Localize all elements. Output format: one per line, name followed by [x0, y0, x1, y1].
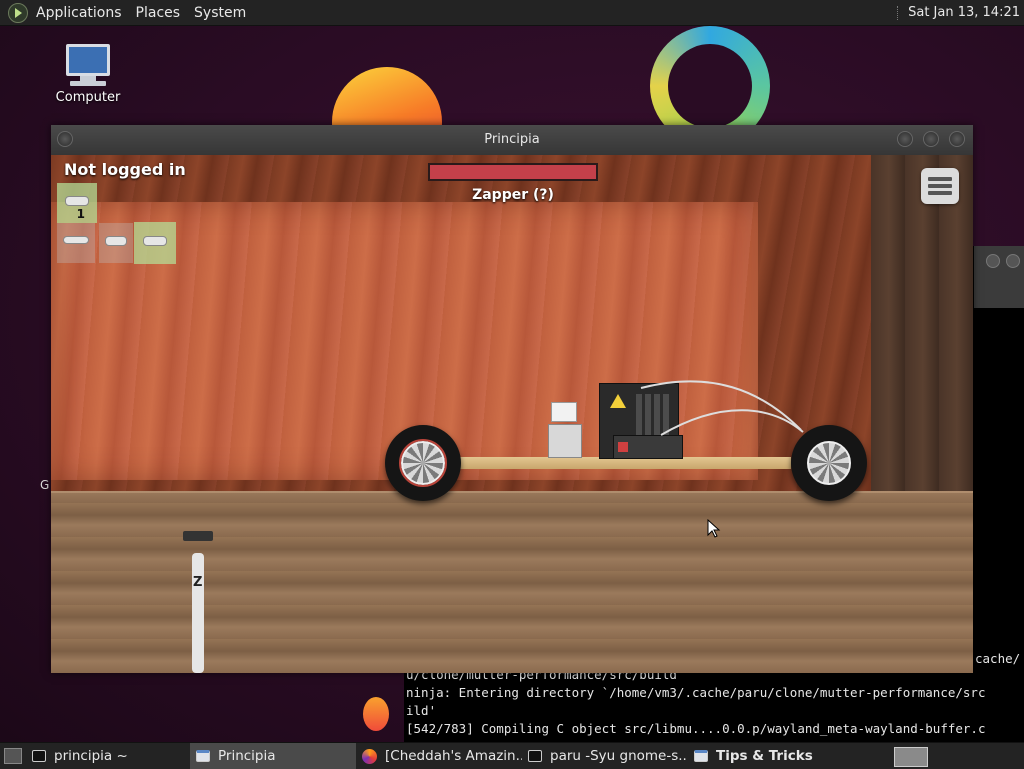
taskbar-item-label: paru -Syu gnome-s... — [550, 748, 688, 764]
taskbar-item-label: principia ~ — [54, 748, 128, 764]
zoom-slider[interactable] — [192, 553, 204, 673]
window-icon — [196, 750, 210, 762]
vehicle-wheel-left[interactable] — [385, 425, 461, 501]
tool-slot-grabber[interactable] — [134, 222, 176, 264]
taskbar: principia ~ Principia [Cheddah's Amazin.… — [0, 742, 1024, 769]
terminal-maximize-button[interactable] — [1006, 254, 1020, 268]
selected-tool-name[interactable]: Zapper (?) — [428, 187, 598, 203]
zoom-slider-handle[interactable] — [183, 531, 213, 541]
menu-places[interactable]: Places — [136, 5, 181, 21]
taskbar-item-principia[interactable]: Principia — [190, 743, 356, 769]
grabber-icon — [143, 236, 167, 246]
taskbar-item-terminal-paru[interactable]: paru -Syu gnome-s... — [522, 743, 688, 769]
login-status[interactable]: Not logged in — [64, 160, 186, 179]
clock[interactable]: Sat Jan 13, 14:21 — [908, 5, 1020, 20]
wallpaper-drop-shape — [363, 697, 389, 731]
desktop-icon-computer[interactable]: Computer — [52, 44, 124, 105]
taskbar-item-terminal-principia[interactable]: principia ~ — [26, 743, 190, 769]
scene-floor — [51, 493, 973, 673]
taskbar-item-label: Principia — [218, 748, 276, 764]
menu-applications[interactable]: Applications — [36, 5, 122, 21]
tool-slot-zapper[interactable]: 1 — [57, 183, 97, 223]
scene-side-wall — [871, 155, 973, 515]
taskbar-item-firefox[interactable]: [Cheddah's Amazin... — [356, 743, 522, 769]
tool-count: 1 — [76, 207, 85, 221]
menu-icon-line — [928, 184, 952, 188]
terminal-icon — [528, 750, 542, 762]
terminal-minimize-button[interactable] — [986, 254, 1000, 268]
taskbar-item-tips[interactable]: Tips & Tricks — [688, 743, 854, 769]
close-button[interactable] — [949, 131, 965, 147]
computer-icon — [66, 44, 110, 76]
panel-separator — [897, 5, 900, 20]
menu-icon-line — [928, 177, 952, 181]
tool-slot-wrench[interactable] — [57, 223, 95, 263]
maximize-button[interactable] — [923, 131, 939, 147]
minimize-button[interactable] — [897, 131, 913, 147]
panel-tray: Sat Jan 13, 14:21 — [897, 0, 1024, 25]
window-title: Principia — [484, 132, 540, 147]
terminal-icon — [32, 750, 46, 762]
zapper-icon — [65, 196, 89, 206]
principia-window[interactable]: Principia Not logged in Zapper (?) 1 Z — [51, 125, 973, 673]
taskbar-item-label: [Cheddah's Amazin... — [385, 748, 522, 764]
desktop-icon-label: Computer — [55, 90, 121, 105]
distro-logo-icon[interactable] — [8, 2, 28, 23]
pointer-icon — [105, 236, 127, 246]
terminal-line: ild' — [406, 703, 437, 718]
terminal-titlebar[interactable] — [974, 246, 1024, 308]
workspace-switcher[interactable] — [894, 747, 928, 767]
zoom-label: Z — [193, 575, 203, 590]
health-bar — [428, 163, 598, 181]
cable-wires — [640, 380, 804, 436]
window-icon — [694, 750, 708, 762]
mouse-cursor-icon — [707, 519, 721, 538]
game-viewport[interactable]: Not logged in Zapper (?) 1 Z — [51, 155, 973, 673]
robot-head — [551, 402, 577, 422]
robot-object[interactable] — [548, 402, 582, 460]
terminal-line: [542/783] Compiling C object src/libmu..… — [406, 721, 986, 736]
desktop-text-fragment: G — [40, 478, 50, 492]
battery-terminal — [618, 442, 628, 452]
terminal-line: ninja: Entering directory `/home/vm3/.ca… — [406, 685, 986, 700]
tool-slot-pointer[interactable] — [99, 223, 133, 263]
show-desktop-icon[interactable] — [4, 748, 22, 764]
top-panel: Applications Places System Sat Jan 13, 1… — [0, 0, 1024, 26]
wrench-icon — [63, 236, 89, 244]
hamburger-menu-button[interactable] — [921, 168, 959, 204]
terminal-output: u/clone/mutter-performance/src/build ninj… — [406, 666, 985, 738]
wheel-rim-icon — [399, 439, 447, 487]
firefox-icon — [362, 748, 377, 764]
terminal-text-fragment: cache/ — [975, 651, 1021, 666]
menu-icon-line — [928, 191, 952, 195]
taskbar-item-label: Tips & Tricks — [716, 748, 813, 764]
robot-body — [548, 424, 582, 458]
computer-icon-base — [70, 81, 106, 86]
window-titlebar[interactable]: Principia — [51, 125, 973, 155]
wheel-rim-icon — [807, 441, 851, 485]
warning-icon — [610, 394, 626, 408]
menu-system[interactable]: System — [194, 5, 246, 21]
